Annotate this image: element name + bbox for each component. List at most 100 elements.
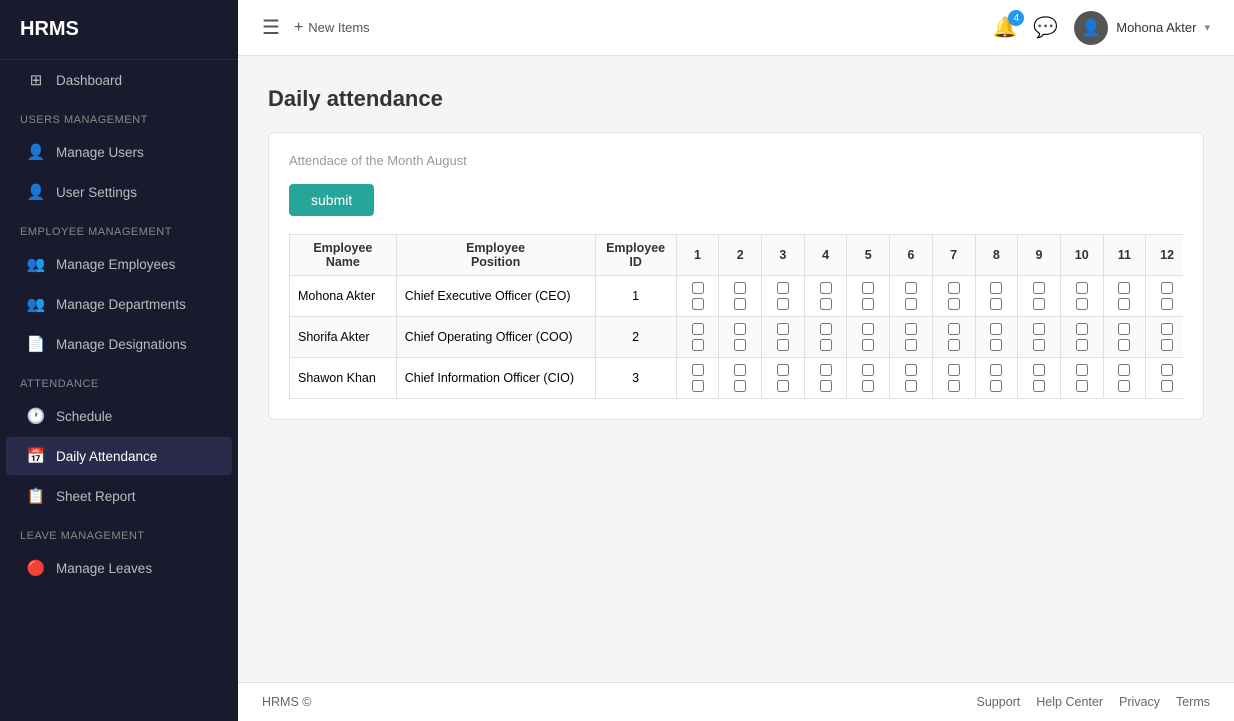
checkbox-row1-day7-2[interactable] — [948, 298, 960, 310]
sidebar-item-manage-designations[interactable]: 📄 Manage Designations — [6, 325, 232, 363]
checkbox-row3-day10-1[interactable] — [1076, 364, 1088, 376]
checkbox-row1-day10-2[interactable] — [1076, 298, 1088, 310]
checkbox-row3-day3-1[interactable] — [777, 364, 789, 376]
checkbox-row2-day2-2[interactable] — [734, 339, 746, 351]
checkbox-row3-day11-1[interactable] — [1118, 364, 1130, 376]
checkbox-row1-day3-1[interactable] — [777, 282, 789, 294]
checkbox-row2-day5-2[interactable] — [862, 339, 874, 351]
checkbox-row1-day1-2[interactable] — [692, 298, 704, 310]
checkbox-row3-day4-2[interactable] — [820, 380, 832, 392]
checkbox-row1-day11-2[interactable] — [1118, 298, 1130, 310]
cell-day-5 — [847, 276, 890, 317]
checkbox-row2-day6-1[interactable] — [905, 323, 917, 335]
checkbox-row3-day9-2[interactable] — [1033, 380, 1045, 392]
checkbox-row2-day9-1[interactable] — [1033, 323, 1045, 335]
checkbox-row1-day11-1[interactable] — [1118, 282, 1130, 294]
checkbox-row2-day3-1[interactable] — [777, 323, 789, 335]
footer-link-support[interactable]: Support — [977, 695, 1021, 709]
cell-name: Shawon Khan — [290, 358, 397, 399]
sidebar-item-sheet-report[interactable]: 📋 Sheet Report — [6, 477, 232, 515]
checkbox-row1-day2-2[interactable] — [734, 298, 746, 310]
checkbox-row2-day7-1[interactable] — [948, 323, 960, 335]
sidebar-item-dashboard[interactable]: ⊞ Dashboard — [6, 61, 232, 99]
checkbox-row1-day6-1[interactable] — [905, 282, 917, 294]
checkbox-row1-day3-2[interactable] — [777, 298, 789, 310]
checkbox-row1-day10-1[interactable] — [1076, 282, 1088, 294]
checkbox-row2-day8-1[interactable] — [990, 323, 1002, 335]
checkbox-row3-day9-1[interactable] — [1033, 364, 1045, 376]
checkbox-row1-day9-2[interactable] — [1033, 298, 1045, 310]
checkbox-row2-day10-2[interactable] — [1076, 339, 1088, 351]
checkbox-row2-day4-2[interactable] — [820, 339, 832, 351]
checkbox-row3-day7-2[interactable] — [948, 380, 960, 392]
checkbox-row3-day8-2[interactable] — [990, 380, 1002, 392]
checkbox-row3-day6-2[interactable] — [905, 380, 917, 392]
sidebar-item-manage-employees[interactable]: 👥 Manage Employees — [6, 245, 232, 283]
notification-button[interactable]: 🔔 4 — [992, 15, 1017, 40]
cell-day-6 — [890, 317, 933, 358]
checkbox-row2-day12-2[interactable] — [1161, 339, 1173, 351]
sidebar-item-user-settings[interactable]: 👤 User Settings — [6, 173, 232, 211]
checkbox-row2-day7-2[interactable] — [948, 339, 960, 351]
checkbox-row1-day5-2[interactable] — [862, 298, 874, 310]
checkbox-row3-day2-2[interactable] — [734, 380, 746, 392]
checkbox-row2-day3-2[interactable] — [777, 339, 789, 351]
checkbox-row3-day6-1[interactable] — [905, 364, 917, 376]
footer-copyright: HRMS © — [262, 695, 312, 709]
checkbox-row3-day5-2[interactable] — [862, 380, 874, 392]
checkbox-row1-day5-1[interactable] — [862, 282, 874, 294]
submit-button[interactable]: submit — [289, 184, 374, 216]
sidebar-item-manage-leaves[interactable]: 🔴 Manage Leaves — [6, 549, 232, 587]
sidebar-item-manage-users[interactable]: 👤 Manage Users — [6, 133, 232, 171]
checkbox-row3-day4-1[interactable] — [820, 364, 832, 376]
checkbox-row1-day9-1[interactable] — [1033, 282, 1045, 294]
checkbox-row2-day11-1[interactable] — [1118, 323, 1130, 335]
footer-link-helpcenter[interactable]: Help Center — [1036, 695, 1103, 709]
checkbox-row2-day10-1[interactable] — [1076, 323, 1088, 335]
hamburger-icon[interactable]: ☰ — [262, 15, 280, 40]
checkbox-row2-day12-1[interactable] — [1161, 323, 1173, 335]
new-items-button[interactable]: + New Items — [294, 19, 370, 37]
checkbox-row3-day1-2[interactable] — [692, 380, 704, 392]
message-button[interactable]: 💬 — [1033, 15, 1058, 40]
checkbox-row2-day2-1[interactable] — [734, 323, 746, 335]
checkbox-row2-day1-2[interactable] — [692, 339, 704, 351]
checkbox-row3-day7-1[interactable] — [948, 364, 960, 376]
checkbox-row1-day7-1[interactable] — [948, 282, 960, 294]
checkbox-row3-day12-2[interactable] — [1161, 380, 1173, 392]
checkbox-row3-day8-1[interactable] — [990, 364, 1002, 376]
checkbox-row1-day1-1[interactable] — [692, 282, 704, 294]
checkbox-row1-day12-1[interactable] — [1161, 282, 1173, 294]
checkbox-row1-day12-2[interactable] — [1161, 298, 1173, 310]
checkbox-row3-day11-2[interactable] — [1118, 380, 1130, 392]
checkbox-row2-day9-2[interactable] — [1033, 339, 1045, 351]
checkbox-row3-day1-1[interactable] — [692, 364, 704, 376]
table-row: Mohona AkterChief Executive Officer (CEO… — [290, 276, 1184, 317]
checkbox-row2-day8-2[interactable] — [990, 339, 1002, 351]
checkbox-row1-day4-1[interactable] — [820, 282, 832, 294]
footer-link-terms[interactable]: Terms — [1176, 695, 1210, 709]
checkbox-row1-day8-1[interactable] — [990, 282, 1002, 294]
checkbox-row2-day4-1[interactable] — [820, 323, 832, 335]
checkbox-row3-day10-2[interactable] — [1076, 380, 1088, 392]
footer-link-privacy[interactable]: Privacy — [1119, 695, 1160, 709]
checkbox-row2-day6-2[interactable] — [905, 339, 917, 351]
checkbox-row1-day8-2[interactable] — [990, 298, 1002, 310]
checkbox-row3-day5-1[interactable] — [862, 364, 874, 376]
checkbox-row2-day1-1[interactable] — [692, 323, 704, 335]
sidebar-item-label: Daily Attendance — [56, 449, 157, 464]
sidebar-item-manage-departments[interactable]: 👥 Manage Departments — [6, 285, 232, 323]
user-menu-button[interactable]: 👤 Mohona Akter ▾ — [1074, 11, 1210, 45]
checkbox-row2-day11-2[interactable] — [1118, 339, 1130, 351]
checkbox-row3-day3-2[interactable] — [777, 380, 789, 392]
sidebar-item-schedule[interactable]: 🕐 Schedule — [6, 397, 232, 435]
table-scroll-container[interactable]: EmployeeName EmployeePosition EmployeeID… — [289, 234, 1183, 399]
checkbox-row1-day6-2[interactable] — [905, 298, 917, 310]
checkbox-row3-day12-1[interactable] — [1161, 364, 1173, 376]
checkbox-row3-day2-1[interactable] — [734, 364, 746, 376]
sidebar-item-daily-attendance[interactable]: 📅 Daily Attendance — [6, 437, 232, 475]
checkbox-row2-day5-1[interactable] — [862, 323, 874, 335]
checkbox-row1-day2-1[interactable] — [734, 282, 746, 294]
checkbox-row1-day4-2[interactable] — [820, 298, 832, 310]
cell-day-7 — [932, 276, 975, 317]
